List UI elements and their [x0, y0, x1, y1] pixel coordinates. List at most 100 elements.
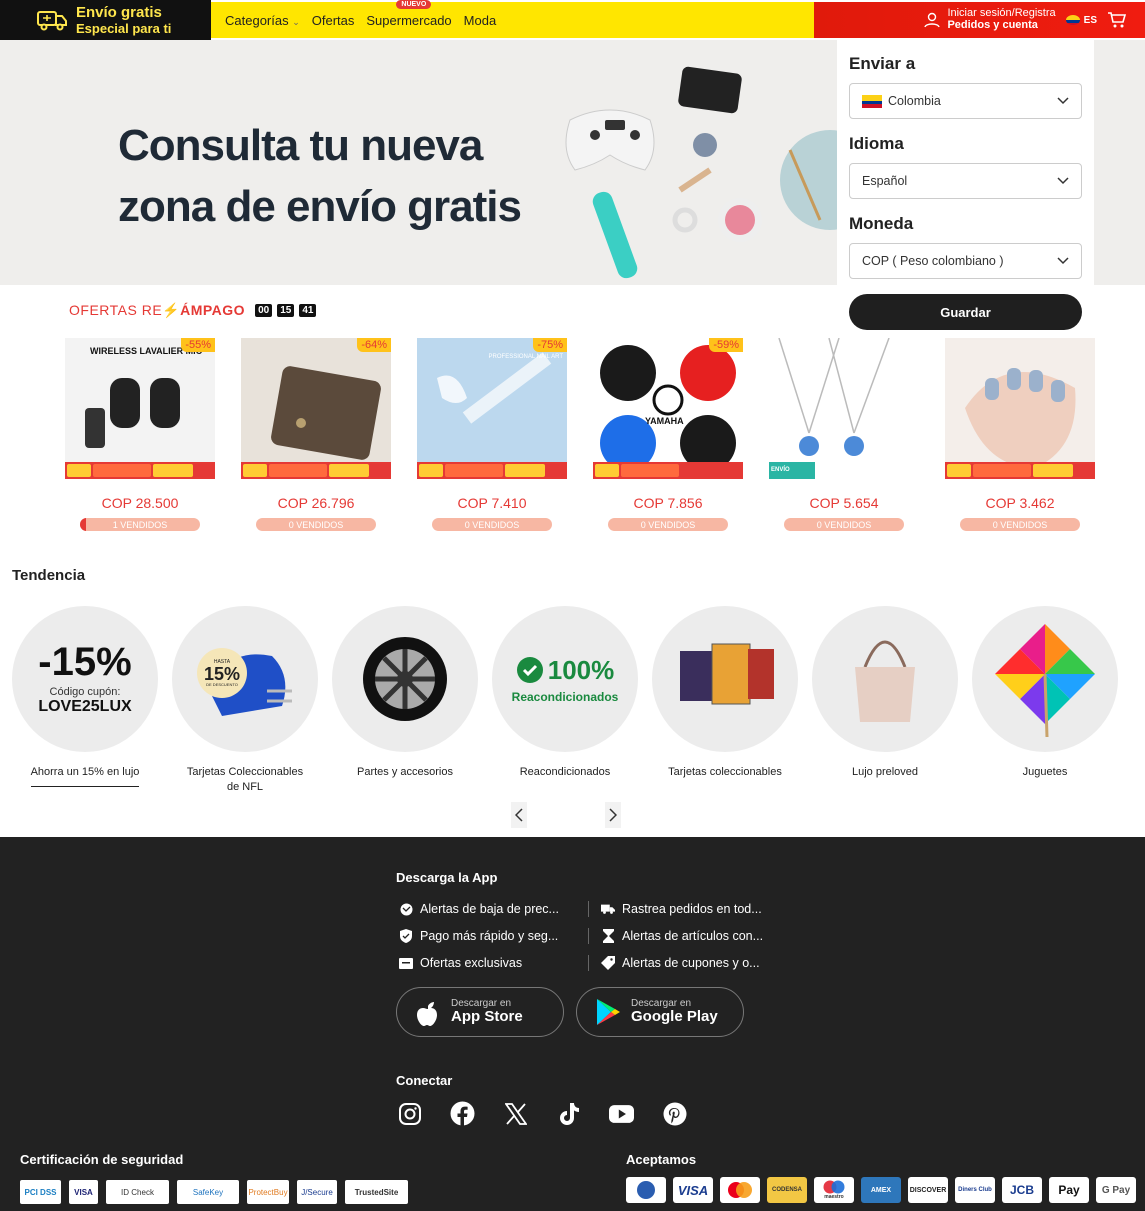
product-image: WIRELESS LAVALIER MIC -55% — [65, 338, 215, 479]
product-card[interactable]: ENVÍO GRATIS COP 5.654 0 VENDIDOS — [769, 338, 919, 531]
countdown-timer: 00 15 41 — [255, 304, 317, 317]
language-select[interactable]: Español — [849, 163, 1082, 199]
trend-item-collectible-cards[interactable]: Tarjetas coleccionables — [652, 606, 798, 795]
youtube-icon[interactable] — [609, 1101, 634, 1126]
carousel-prev-button[interactable] — [511, 802, 527, 828]
language-label: Idioma — [849, 134, 904, 153]
language-selector[interactable]: ES — [1065, 15, 1097, 26]
nav-fashion[interactable]: Moda — [464, 13, 497, 28]
apple-icon — [417, 1002, 437, 1026]
instagram-icon[interactable] — [397, 1101, 422, 1126]
trending-title: Tendencia — [12, 567, 86, 584]
trend-item-luxury-discount[interactable]: -15% Código cupón: LOVE25LUX Ahorra un 1… — [12, 606, 158, 795]
cart-icon[interactable] — [1107, 11, 1127, 29]
sold-progress: 0 VENDIDOS — [432, 518, 552, 531]
trend-sub-text: Reacondicionados — [511, 689, 619, 704]
free-shipping-promo[interactable]: Envío gratis Especial para ti — [0, 0, 211, 40]
security-title: Certificación de seguridad — [20, 1152, 184, 1167]
product-price: COP 3.462 — [985, 495, 1055, 511]
sold-progress: 1 VENDIDOS — [80, 518, 200, 531]
chevron-left-icon — [515, 808, 523, 822]
app-store-button[interactable]: Descargar en App Store — [396, 987, 564, 1037]
orders-label: Pedidos y cuenta — [947, 19, 1038, 31]
currency-label: Moneda — [849, 214, 914, 233]
product-card[interactable]: COP 3.462 0 VENDIDOS — [945, 338, 1095, 531]
trend-item-nfl-cards[interactable]: HASTA 15% DE DESCUENTO Tarjetas Coleccio… — [172, 606, 318, 795]
chevron-right-icon — [609, 808, 617, 822]
accepted-payments-title: Aceptamos — [626, 1152, 697, 1167]
hourglass-icon — [601, 929, 615, 943]
tiktok-icon[interactable] — [556, 1101, 581, 1126]
trend-circle: -15% Código cupón: LOVE25LUX — [12, 606, 158, 752]
discount-badge: -75% — [533, 338, 567, 352]
top-header: Envío gratis Especial para ti Categorías… — [0, 0, 1145, 40]
product-image: YAMAHA -59% — [593, 338, 743, 479]
mastercard-icon — [720, 1177, 760, 1203]
trend-item-refurbished[interactable]: 100% Reacondicionados Reacondicionados — [492, 606, 638, 795]
discount-badge: -64% — [357, 338, 391, 352]
trend-circle — [972, 606, 1118, 752]
product-image: ENVÍO GRATIS — [769, 338, 919, 479]
chevron-down-icon — [1057, 97, 1069, 105]
discount-badge: -55% — [181, 338, 215, 352]
ship-to-label: Enviar a — [849, 54, 916, 73]
colombia-flag-icon — [1065, 15, 1080, 25]
coupon-code: LOVE25LUX — [38, 698, 132, 715]
trend-big-text: 100% — [547, 654, 615, 685]
trend-item-preloved-luxury[interactable]: Lujo preloved — [812, 606, 958, 795]
timer-minutes: 15 — [277, 304, 295, 317]
lightning-icon: ⚡ — [162, 302, 181, 318]
sold-progress: 0 VENDIDOS — [784, 518, 904, 531]
trend-label: Ahorra un 15% en lujo — [30, 765, 140, 787]
trustedsite-badge: TrustedSite — [345, 1180, 408, 1204]
carousel-next-button[interactable] — [605, 802, 621, 828]
ticket-icon — [399, 956, 413, 970]
promo-subtitle: Especial para ti — [76, 21, 172, 36]
trend-label: Juguetes — [1022, 766, 1068, 778]
nav-supermarket[interactable]: Supermercado NUEVO — [366, 0, 452, 28]
nav-offers[interactable]: Ofertas — [312, 13, 355, 28]
product-image-text: PROFESSIONAL NAIL ART — [488, 354, 563, 360]
promo-title: Envío gratis — [76, 4, 162, 21]
sold-progress-fill — [80, 518, 86, 531]
codensa-icon: CODENSA — [767, 1177, 807, 1203]
product-card[interactable]: WIRELESS LAVALIER MIC -55% COP 28.500 1 … — [65, 338, 215, 531]
facebook-icon[interactable] — [450, 1101, 475, 1126]
trend-label: Lujo preloved — [851, 766, 919, 778]
flash-deals-header[interactable]: OFERTAS RE⚡ÁMPAGO 00 15 41 — [69, 302, 317, 319]
save-button[interactable]: Guardar — [849, 294, 1082, 330]
product-card[interactable]: PROFESSIONAL NAIL ART -75% COP 7.410 0 V… — [417, 338, 567, 531]
trend-circle: 100% Reacondicionados — [492, 606, 638, 752]
sold-progress: 0 VENDIDOS — [256, 518, 376, 531]
social-links — [397, 1101, 687, 1126]
trend-item-toys[interactable]: Juguetes — [972, 606, 1118, 795]
product-price: COP 5.654 — [809, 495, 879, 511]
connect-title: Conectar — [396, 1073, 453, 1088]
region-settings-panel: Enviar a Colombia Idioma Español Moneda … — [837, 40, 1094, 340]
truck-icon — [37, 11, 67, 31]
pinterest-icon[interactable] — [662, 1101, 687, 1126]
product-card[interactable]: YAMAHA -59% COP 7.856 0 VENDIDOS — [593, 338, 743, 531]
price-drop-icon — [399, 902, 413, 916]
main-nav: Categorías ⌄ Ofertas Supermercado NUEVO M… — [211, 0, 814, 38]
trend-circle — [812, 606, 958, 752]
x-twitter-icon[interactable] — [503, 1101, 528, 1126]
google-play-button[interactable]: Descargar en Google Play — [576, 987, 744, 1037]
ship-to-select[interactable]: Colombia — [849, 83, 1082, 119]
account-bar: Iniciar sesión/Registra Pedidos y cuenta… — [814, 2, 1145, 38]
product-caps-image — [600, 345, 736, 471]
payment-methods: VISA CODENSA maestro AMEX DISCOVER Diner… — [626, 1177, 1136, 1203]
product-price: COP 28.500 — [101, 495, 179, 511]
handbag-image — [855, 640, 915, 722]
account-link[interactable]: Iniciar sesión/Registra Pedidos y cuenta — [923, 8, 1056, 31]
trend-item-parts[interactable]: Partes y accesorios — [332, 606, 478, 795]
currency-select[interactable]: COP ( Peso colombiano ) — [849, 243, 1082, 279]
nav-categories[interactable]: Categorías ⌄ — [225, 13, 300, 28]
product-card[interactable]: -64% COP 26.796 0 VENDIDOS — [241, 338, 391, 531]
google-play-icon — [597, 999, 620, 1025]
product-price: COP 7.856 — [633, 495, 703, 511]
trading-cards-image — [680, 643, 774, 705]
pci-dss-badge: PCI DSS — [20, 1180, 61, 1204]
trend-circle — [652, 606, 798, 752]
download-app-title: Descarga la App — [396, 870, 498, 885]
